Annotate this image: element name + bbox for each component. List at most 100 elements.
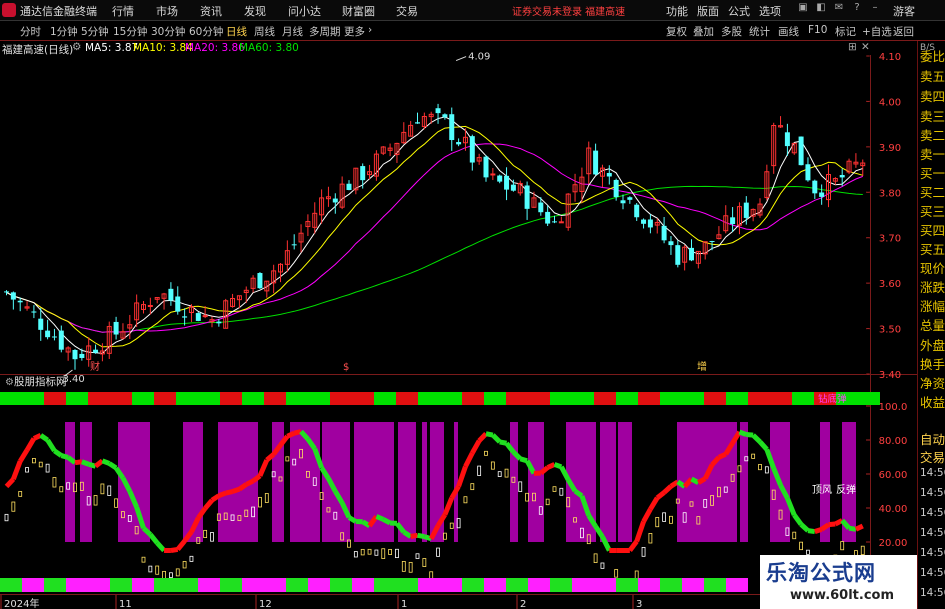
side-item-9[interactable]: 买四 (920, 220, 945, 239)
tab-15min[interactable]: 15分钟 (113, 24, 147, 39)
btn-statistics[interactable]: 统计 (749, 24, 770, 39)
side-item-17[interactable]: 净资 (920, 373, 945, 392)
side-item-11[interactable]: 现价 (920, 258, 945, 277)
side-item-16[interactable]: 换手 (920, 354, 945, 373)
candle-body (291, 244, 297, 246)
signal-strip-segment (352, 392, 374, 405)
bottom-strip-segment (638, 578, 660, 592)
indicator-mini-bar (408, 561, 413, 573)
btn-multi-stock[interactable]: 多股 (721, 24, 742, 39)
signal-strip-segment (704, 392, 726, 405)
btn-back[interactable]: 返回 (893, 24, 914, 39)
ribbon-segment (11, 460, 23, 481)
btn-overlay[interactable]: 叠加 (693, 24, 714, 39)
indicator-label-top-wind: 顶风 (812, 484, 832, 496)
indicator-gear-icon[interactable]: ⚙ (5, 377, 14, 388)
tab-60min[interactable]: 60分钟 (189, 24, 223, 39)
price-tick-label: 4.00 (879, 97, 901, 108)
ribbon-segment (485, 431, 494, 438)
ribbon-segment (148, 532, 160, 545)
side-item-8[interactable]: 买三 (920, 201, 945, 220)
side-item-2[interactable]: 卖四 (920, 86, 945, 105)
btn-mark[interactable]: 标记 (835, 24, 856, 39)
btn-f10[interactable]: F10 (808, 24, 827, 36)
indicator-mini-bar (93, 495, 98, 506)
event-marker-increase[interactable]: 增 (697, 360, 707, 373)
indicator-mini-bar (449, 522, 454, 529)
ribbon-segment (375, 514, 385, 522)
indicator-tick-label: 40.00 (879, 504, 908, 515)
menu-news[interactable]: 资讯 (200, 3, 222, 19)
candle-body (497, 175, 503, 182)
indicator-mini-bar (395, 548, 399, 559)
tab-timeshare[interactable]: 分时 (20, 24, 41, 39)
tab-30min[interactable]: 30分钟 (151, 24, 185, 39)
candle-body (93, 349, 99, 353)
side-item-1[interactable]: 卖五 (920, 66, 945, 85)
menu-options[interactable]: 选项 (759, 3, 781, 19)
candle-body (743, 202, 749, 218)
menu-market[interactable]: 市场 (156, 3, 178, 19)
tab-more[interactable]: 更多 (344, 24, 365, 39)
ribbon-segment (410, 532, 418, 539)
side-item-6[interactable]: 买一 (920, 163, 945, 182)
chevron-right-icon[interactable]: › (368, 24, 372, 36)
login-status[interactable]: 证券交易未登录 福建高速 (512, 3, 625, 18)
indicator-mini-bar (210, 532, 214, 542)
menu-function[interactable]: 功能 (666, 3, 688, 19)
side-item-0[interactable]: 委比 (920, 46, 945, 65)
event-marker-financial[interactable]: 财 (90, 360, 100, 373)
side-item-3[interactable]: 卖三 (920, 106, 945, 125)
menu-market-quotes[interactable]: 行情 (112, 3, 134, 19)
kline-chart-area[interactable]: 4.104.003.903.803.703.603.503.40 4.093.4… (0, 40, 917, 609)
event-marker-dividend[interactable]: $ (343, 362, 349, 373)
side-item-15[interactable]: 外盘 (920, 335, 945, 354)
side-item-4[interactable]: 卖二 (920, 125, 945, 144)
help-icon[interactable]: ? (851, 2, 863, 16)
candle-body (79, 353, 85, 358)
menu-wealth[interactable]: 财富圈 (342, 3, 375, 19)
side-item-14[interactable]: 总量 (920, 315, 945, 334)
indicator-mini-bar (38, 461, 43, 468)
side-item-19[interactable]: 自动 (920, 429, 945, 448)
menu-formula[interactable]: 公式 (728, 3, 750, 19)
tab-5min[interactable]: 5分钟 (81, 24, 109, 39)
btn-draw-line[interactable]: 画线 (778, 24, 799, 39)
signal-strip-segment (550, 392, 572, 405)
guest-user[interactable]: 游客 (893, 3, 915, 19)
indicator-mini-bar (436, 547, 440, 557)
candle-body (819, 192, 825, 197)
side-item-10[interactable]: 买五 (920, 239, 945, 258)
candle-body (545, 211, 551, 224)
signal-strip-segment (264, 392, 286, 405)
ribbon-segment (53, 448, 63, 458)
side-item-13[interactable]: 涨幅 (920, 296, 945, 315)
indicator-mini-bar (52, 477, 57, 488)
indicator-mini-bar (490, 461, 495, 470)
side-item-5[interactable]: 卖一 (920, 144, 945, 163)
btn-add-watchlist[interactable]: +自选 (862, 24, 892, 39)
tab-weekly[interactable]: 周线 (254, 24, 275, 39)
lock-icon[interactable]: ◧ (815, 2, 827, 16)
side-item-18[interactable]: 收益 (920, 392, 945, 411)
message-icon[interactable]: ✉ (833, 2, 845, 16)
btn-restore-rights[interactable]: 复权 (666, 24, 687, 39)
menu-discover[interactable]: 发现 (244, 3, 266, 19)
minimize-icon[interactable]: – (869, 2, 881, 16)
tab-multi-period[interactable]: 多周期 (309, 24, 341, 39)
menu-ask[interactable]: 问小达 (288, 3, 321, 19)
ribbon-segment (519, 456, 528, 464)
indicator-mini-bar (764, 466, 769, 474)
tab-daily[interactable]: 日线 (226, 24, 247, 39)
tab-monthly[interactable]: 月线 (282, 24, 303, 39)
side-item-7[interactable]: 买二 (920, 182, 945, 201)
skin-icon[interactable]: ▣ (797, 2, 809, 16)
side-item-20[interactable]: 交易 (920, 447, 945, 466)
menu-layout[interactable]: 版面 (697, 3, 719, 19)
indicator-mini-bar (388, 549, 393, 555)
ribbon-segment (286, 430, 296, 439)
tab-1min[interactable]: 1分钟 (50, 24, 78, 39)
candle-body (415, 122, 420, 124)
menu-trade[interactable]: 交易 (396, 3, 418, 19)
side-item-12[interactable]: 涨跌 (920, 277, 945, 296)
